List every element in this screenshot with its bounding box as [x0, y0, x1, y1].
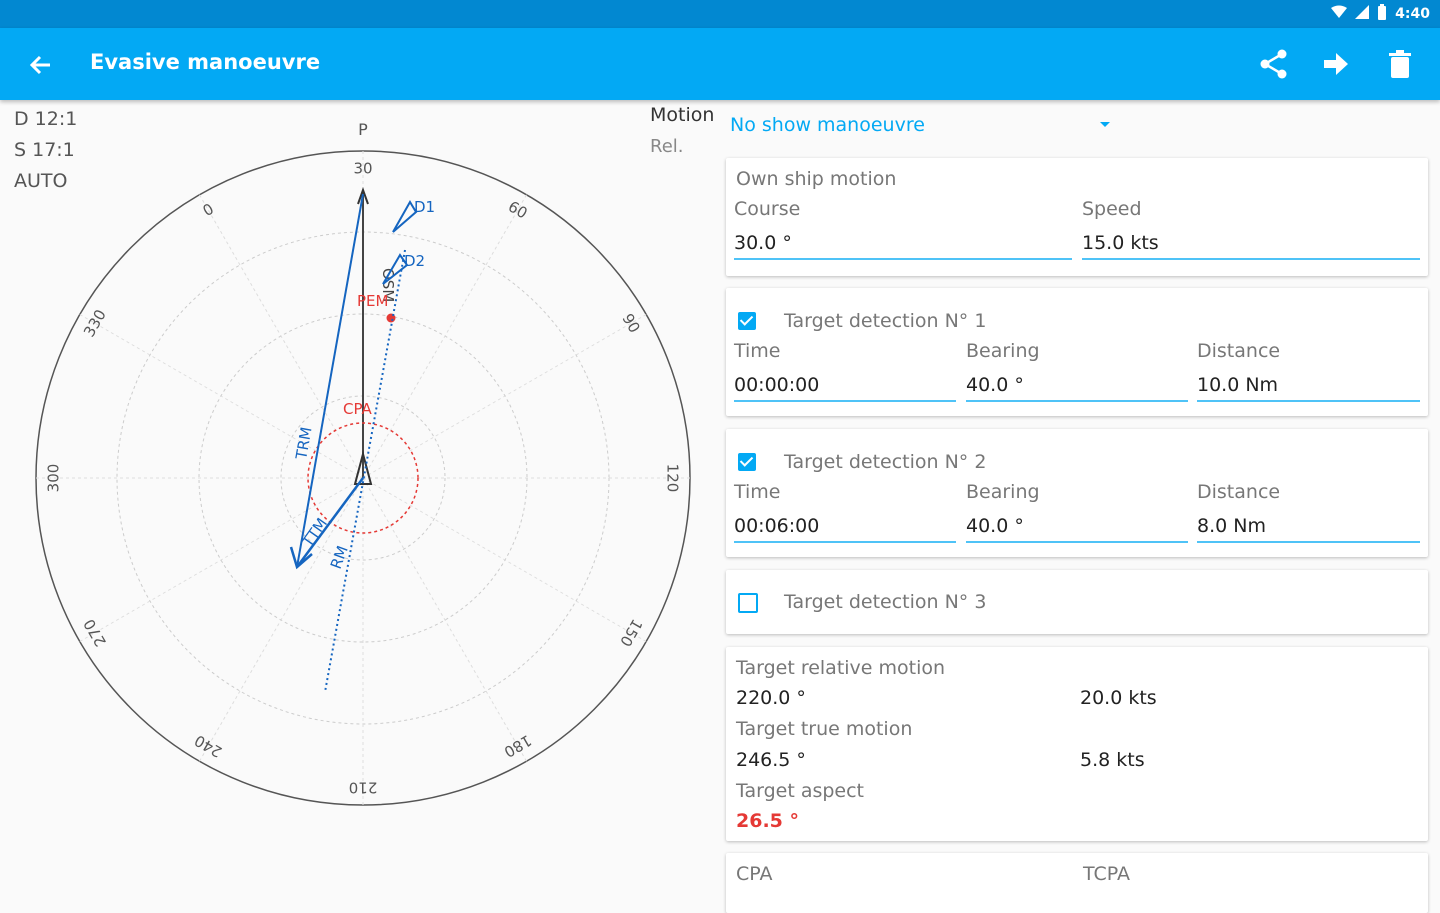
detection-1-checkbox[interactable]	[738, 312, 756, 330]
true-motion-label: Target true motion	[736, 718, 913, 740]
signal-icon	[1355, 5, 1370, 23]
detection-3-title: Target detection N° 3	[784, 591, 987, 613]
wifi-icon	[1331, 5, 1348, 23]
app-bar: Evasive manoeuvre	[0, 28, 1440, 100]
relative-motion-course: 220.0 °	[736, 687, 806, 709]
detection-1-distance-field[interactable]: 10.0 Nm	[1197, 374, 1278, 396]
target-d1-icon	[392, 200, 418, 233]
bearing-label: 30	[353, 160, 372, 178]
radial-spoke	[79, 314, 364, 479]
detection-1-title: Target detection N° 1	[784, 310, 987, 332]
relative-motion-speed: 20.0 kts	[1080, 687, 1157, 709]
field-underline	[966, 400, 1188, 402]
true-motion-course: 246.5 °	[736, 749, 806, 771]
detection-2-time-field[interactable]: 00:06:00	[734, 515, 819, 537]
time-label: Time	[734, 340, 781, 362]
manoeuvre-dropdown[interactable]: No show manoeuvre	[730, 114, 1110, 142]
ttm-label: TTM	[298, 515, 331, 552]
true-motion-speed: 5.8 kts	[1080, 749, 1145, 771]
aspect-label: Target aspect	[736, 780, 865, 802]
back-arrow-icon[interactable]	[22, 46, 60, 84]
detection-3-checkbox[interactable]	[738, 593, 758, 613]
distance-label: Distance	[1197, 340, 1281, 362]
battery-icon	[1377, 4, 1387, 24]
course-field[interactable]: 30.0 °	[734, 232, 792, 254]
motion-label: Motion	[650, 104, 715, 126]
detection-card-3: Target detection N° 3	[726, 570, 1428, 634]
delete-icon[interactable]	[1380, 44, 1420, 84]
bearing-label: 180	[501, 731, 535, 761]
distance-label: Distance	[1197, 481, 1281, 503]
status-time: 4:40	[1395, 6, 1430, 22]
course-field-underline	[734, 258, 1072, 260]
bearing-label: Bearing	[966, 481, 1040, 503]
bearing-label: 240	[191, 731, 225, 761]
radial-spoke	[362, 194, 527, 479]
own-ship-header: Own ship motion	[736, 168, 897, 190]
speed-field-underline	[1082, 258, 1420, 260]
cpa-card: CPA TCPA	[726, 853, 1428, 913]
page-title: Evasive manoeuvre	[90, 50, 321, 74]
bearing-label: 150	[616, 616, 646, 650]
tcpa-label: TCPA	[1083, 863, 1130, 885]
chevron-down-icon	[1100, 122, 1110, 127]
bearing-label: 270	[80, 616, 110, 650]
heading-mark: P	[358, 120, 368, 139]
results-card: Target relative motion 220.0 ° 20.0 kts …	[726, 647, 1428, 841]
cpa-label: CPA	[343, 400, 373, 418]
own-ship-card: Own ship motion Course Speed 30.0 ° 15.0…	[726, 158, 1428, 276]
trm-vector	[296, 193, 364, 568]
field-underline	[734, 541, 956, 543]
radial-spoke	[362, 477, 527, 762]
d1-label: D1	[414, 198, 435, 216]
rm-label: RM	[327, 543, 352, 571]
detection-1-bearing-field[interactable]: 40.0 °	[966, 374, 1024, 396]
field-underline	[734, 400, 956, 402]
d2-label: D2	[404, 252, 425, 270]
detection-2-distance-field[interactable]: 8.0 Nm	[1197, 515, 1266, 537]
ttm-vector	[295, 477, 365, 568]
time-label: Time	[734, 481, 781, 503]
share-icon[interactable]	[1254, 44, 1294, 84]
radial-spoke	[79, 477, 364, 642]
field-underline	[966, 541, 1188, 543]
status-icons: 4:40	[1331, 4, 1430, 24]
detection-2-title: Target detection N° 2	[784, 451, 987, 473]
relative-motion-label: Target relative motion	[736, 657, 946, 679]
bearing-label: Bearing	[966, 340, 1040, 362]
manoeuvre-dropdown-value: No show manoeuvre	[730, 114, 925, 136]
bearing-label: 300	[45, 464, 63, 493]
bearing-label: 120	[664, 464, 682, 493]
bearing-label: 60	[505, 197, 531, 222]
detection-2-bearing-field[interactable]: 40.0 °	[966, 515, 1024, 537]
cpa-label: CPA	[736, 863, 773, 885]
detection-card-2: Target detection N° 2 Time Bearing Dista…	[726, 429, 1428, 557]
bearing-label: 210	[349, 779, 378, 797]
motion-mode: Rel.	[650, 136, 684, 157]
field-underline	[1197, 541, 1420, 543]
speed-label: Speed	[1082, 198, 1142, 220]
bearing-label: 330	[80, 306, 110, 340]
pem-label: PEM	[357, 292, 388, 310]
course-label: Course	[734, 198, 801, 220]
forward-arrow-icon[interactable]	[1316, 44, 1356, 84]
field-underline	[1197, 400, 1420, 402]
radial-spoke	[362, 477, 647, 642]
aspect-value: 26.5 °	[736, 810, 799, 832]
radial-spoke	[362, 314, 647, 479]
radar-plot[interactable]: 3060901201501802102402703003300P OSMCPAP…	[0, 100, 720, 900]
bearing-label: 0	[200, 200, 217, 220]
status-bar: 4:40	[0, 0, 1440, 28]
detection-card-1: Target detection N° 1 Time Bearing Dista…	[726, 288, 1428, 416]
speed-field[interactable]: 15.0 kts	[1082, 232, 1159, 254]
detection-2-checkbox[interactable]	[738, 453, 756, 471]
detection-1-time-field[interactable]: 00:00:00	[734, 374, 819, 396]
bearing-label: 90	[618, 310, 643, 336]
